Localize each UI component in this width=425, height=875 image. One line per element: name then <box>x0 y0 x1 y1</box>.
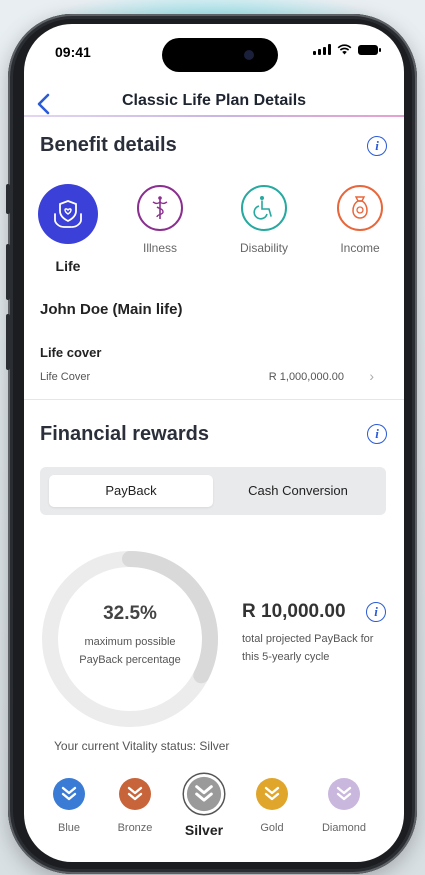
medal-label: Silver <box>184 822 224 838</box>
benefit-tab-life[interactable]: Life <box>33 184 103 274</box>
nav-divider <box>24 115 404 117</box>
benefit-details-heading: Benefit details <box>40 134 177 156</box>
medal-label: Bronze <box>117 822 153 834</box>
status-time: 09:41 <box>55 44 91 60</box>
app-screen: 09:41 Classic Life Plan Details Benefit … <box>24 24 404 862</box>
medal-icon <box>182 772 226 816</box>
donut-center: 32.5% maximum possible PayBack percentag… <box>40 549 220 729</box>
medal-label: Blue <box>57 822 81 834</box>
wifi-icon <box>337 44 352 55</box>
payback-segmented-control: PayBack Cash Conversion <box>40 467 386 515</box>
benefit-tab-label: Life <box>55 258 81 274</box>
nav-bar: Classic Life Plan Details <box>24 84 404 124</box>
benefit-tab-income[interactable]: Income <box>325 185 395 255</box>
vitality-status-blue[interactable]: Blue <box>39 776 99 834</box>
money-bag-icon <box>337 185 383 231</box>
volume-down-button <box>6 314 10 370</box>
benefit-tab-label: Disability <box>239 241 288 255</box>
payback-percentage: 32.5% <box>103 603 157 624</box>
wheelchair-icon <box>241 185 287 231</box>
chevron-right-icon[interactable]: › <box>369 368 374 384</box>
signal-icon <box>313 44 331 55</box>
status-bar: 09:41 <box>24 24 404 72</box>
caduceus-icon <box>137 185 183 231</box>
medal-icon <box>117 776 153 812</box>
benefit-tab-label: Income <box>340 241 380 255</box>
mute-switch <box>6 184 10 214</box>
medal-label: Gold <box>260 822 284 834</box>
cover-row-value: R 1,000,000.00 <box>268 371 344 383</box>
medal-icon <box>326 776 362 812</box>
cover-row-label: Life Cover <box>40 371 91 383</box>
page-title: Classic Life Plan Details <box>121 92 307 109</box>
battery-icon <box>358 44 381 55</box>
info-icon[interactable]: i <box>366 602 386 622</box>
status-icons <box>313 44 381 55</box>
benefit-tab-label: Illness <box>142 241 177 255</box>
payback-percentage-desc: maximum possible PayBack percentage <box>79 636 181 666</box>
vitality-status-silver[interactable]: Silver <box>174 772 234 838</box>
dynamic-island <box>162 38 278 72</box>
volume-up-button <box>6 244 10 300</box>
section-divider <box>24 399 404 400</box>
benefit-tab-illness[interactable]: Illness <box>125 185 195 255</box>
medal-icon <box>254 776 290 812</box>
tab-cash-conversion[interactable]: Cash Conversion <box>216 475 380 507</box>
projected-payback-amount: R 10,000.00 <box>242 601 346 622</box>
insured-person: John Doe (Main life) <box>40 301 183 318</box>
medal-label: Diamond <box>321 822 367 834</box>
projected-payback-desc: total projected PayBack for this 5-yearl… <box>242 633 374 663</box>
camera-icon <box>244 50 254 60</box>
hand-shield-icon <box>38 184 98 244</box>
tab-payback[interactable]: PayBack <box>49 475 213 507</box>
info-icon[interactable]: i <box>367 424 387 444</box>
vitality-status-diamond[interactable]: Diamond <box>314 776 374 834</box>
info-icon[interactable]: i <box>367 136 387 156</box>
vitality-status-text: Your current Vitality status: Silver <box>54 739 230 753</box>
vitality-status-bronze[interactable]: Bronze <box>105 776 165 834</box>
life-cover-heading: Life cover <box>40 345 102 360</box>
financial-rewards-heading: Financial rewards <box>40 423 209 445</box>
benefit-tab-disability[interactable]: Disability <box>229 185 299 255</box>
medal-icon <box>51 776 87 812</box>
vitality-status-gold[interactable]: Gold <box>242 776 302 834</box>
